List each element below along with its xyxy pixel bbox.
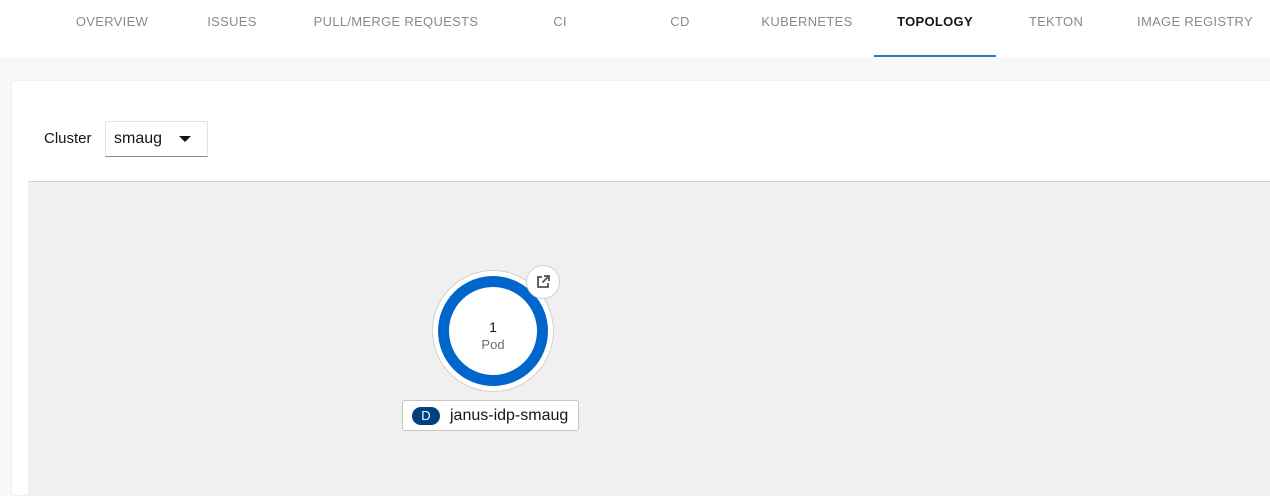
- topology-canvas[interactable]: [28, 181, 1270, 496]
- tab-overview[interactable]: OVERVIEW: [62, 0, 162, 57]
- external-link-icon: [537, 275, 550, 288]
- tab-topology[interactable]: TOPOLOGY: [874, 0, 996, 57]
- cluster-select[interactable]: smaug: [105, 121, 208, 157]
- tab-image-registry[interactable]: IMAGE REGISTRY: [1130, 0, 1260, 57]
- tab-issues[interactable]: ISSUES: [192, 0, 272, 57]
- deployment-badge: D: [412, 406, 440, 425]
- cluster-select-value: smaug: [114, 130, 163, 147]
- tab-tekton[interactable]: TEKTON: [1016, 0, 1096, 57]
- caret-down-icon: [179, 136, 191, 142]
- tab-kubernetes[interactable]: KUBERNETES: [752, 0, 862, 57]
- workload-name: janus-idp-smaug: [450, 406, 569, 424]
- cluster-label: Cluster: [44, 130, 92, 147]
- tab-pull-merge-requests[interactable]: PULL/MERGE REQUESTS: [296, 0, 496, 57]
- pod-label: Pod: [481, 337, 505, 352]
- tab-bar: OVERVIEW ISSUES PULL/MERGE REQUESTS CI C…: [0, 0, 1270, 57]
- tab-ci[interactable]: CI: [530, 0, 590, 57]
- pod-count: 1: [489, 319, 497, 335]
- workload-label[interactable]: D janus-idp-smaug: [402, 400, 580, 431]
- tab-cd[interactable]: CD: [650, 0, 710, 57]
- external-link-button[interactable]: [527, 266, 559, 298]
